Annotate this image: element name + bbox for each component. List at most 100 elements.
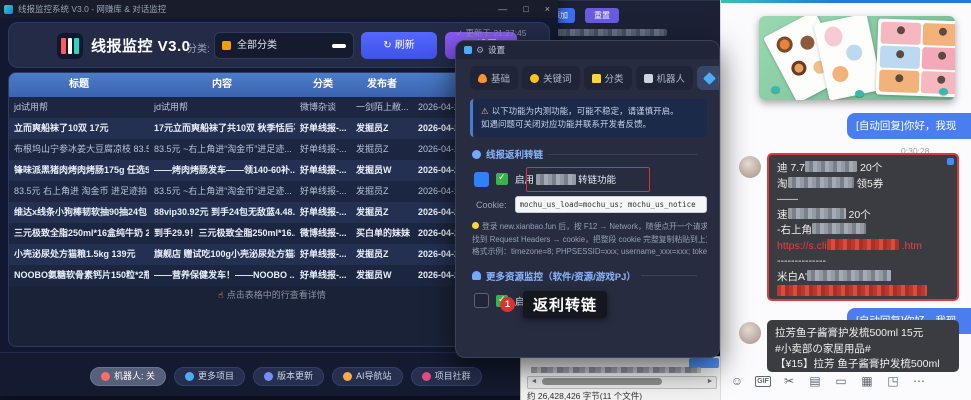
cell: 一剑陌上敝... (351, 97, 413, 118)
product-image[interactable] (759, 16, 955, 100)
footer-bar: 机器人: 关更多项目 版本更新 AI导航站 项目社群 (0, 352, 558, 396)
toggle-square-off[interactable] (474, 293, 489, 308)
file-icon[interactable]: ▤ (807, 374, 823, 388)
message-line: 【¥15】拉芳 鱼子酱膏护发梳500ml (775, 357, 951, 373)
cell: 到手29.9！三元极致全脂250ml*16... (149, 223, 295, 244)
history-icon[interactable]: ▭ (833, 374, 849, 388)
toggle-square[interactable] (474, 172, 489, 187)
column-header: 标题 (9, 73, 149, 97)
pencil-icon (703, 72, 716, 85)
section-rebate-link: 线报返利转链 (472, 147, 707, 161)
ai-icon (343, 372, 352, 381)
gif-icon[interactable]: GIF (755, 376, 771, 387)
os-titlebar: 线报监控系统 V3.0 - 网赚库 & 对话监控 — □ × (0, 0, 558, 18)
hint-line: 找到 Request Headers → cookie，把整段 cookie 完… (472, 234, 707, 247)
maximize-icon[interactable]: □ (523, 0, 528, 18)
footer-button-label: 版本更新 (277, 368, 313, 385)
app-logo (57, 33, 83, 59)
tab-内测[interactable]: 内测 (697, 66, 720, 90)
column-header: 发布者 (351, 73, 413, 97)
deal-message-bubble[interactable]: 迪 7.720个淘领5券——速20个-右上角https://s.cli.htm-… (767, 153, 959, 301)
deal-message-bubble-2[interactable]: 拉芳鱼子酱膏护发梳500ml 15元 #小卖部の家居用品# 【¥15】拉芳 鱼子酱膏… (767, 320, 959, 372)
cart-icon (222, 41, 231, 50)
sticker-sheet (876, 18, 955, 97)
message-flag-icon[interactable] (947, 158, 954, 165)
check-icon: ✓ (456, 28, 463, 38)
gem-decoration (855, 90, 864, 97)
message-text: 米白A' (777, 271, 807, 283)
cookie-input[interactable] (515, 196, 707, 213)
cell: ——营养保健发车！——NOOBO ... (149, 265, 295, 286)
deal-message-lines: 拉芳鱼子酱膏护发梳500ml 15元 #小卖部の家居用品# 【¥15】拉芳 鱼子酱膏… (775, 326, 951, 373)
message-line: —— (777, 192, 949, 208)
footer-button-globe[interactable]: 更多项目 (174, 367, 245, 386)
pointer-icon: ☝ (218, 290, 223, 300)
warning-icon: ⚠ (481, 106, 489, 116)
footer-button-community[interactable]: 项目社群 (411, 367, 482, 386)
horizontal-scrollbar[interactable]: ◄ ► (527, 376, 717, 389)
refresh-button[interactable]: ↻刷新 (361, 32, 437, 59)
hint-text: 找到 Request Headers → cookie，把整段 cookie 完… (472, 235, 707, 244)
footer-buttons: 机器人: 关更多项目 版本更新 AI导航站 项目社群 (90, 367, 482, 386)
screen-icon[interactable]: ◳ (885, 374, 901, 388)
cell: 83.5元 ~右上角进“淘金币”进足迹... (149, 181, 295, 202)
message-text: -------------- (777, 255, 826, 267)
close-icon[interactable]: × (545, 0, 550, 18)
message-line: -右上角 (777, 223, 949, 239)
enable-rebate-row: 启用 转链功能 (474, 170, 707, 188)
scroll-right-icon[interactable]: ► (705, 377, 715, 386)
cell: 微博杂谈 (295, 97, 351, 118)
scroll-left-icon[interactable]: ◄ (529, 377, 539, 386)
window-accent-line (721, 0, 971, 3)
tab-分类[interactable]: 分类 (584, 66, 632, 90)
tab-基础[interactable]: 基础 (470, 66, 518, 90)
cell: 发掘员W (351, 160, 413, 181)
cell: 立而爽船袜了10双 17元 (9, 118, 149, 139)
community-icon (422, 372, 431, 381)
footer-button-book[interactable]: 版本更新 (253, 367, 324, 386)
auto-reply-bubble[interactable]: [自动回复]你好，我现 (847, 113, 971, 139)
cell: 发掘员Z (351, 181, 413, 202)
gem-decoration (939, 88, 948, 95)
image-icon[interactable]: ▦ (859, 374, 875, 388)
hint-text: 格式示例：timezone=8; PHPSESSID=xxx; username… (472, 247, 707, 256)
avatar[interactable] (739, 156, 761, 178)
censored-text (777, 285, 927, 296)
avatar[interactable] (739, 322, 761, 344)
cell: 83.5元 ~右上角进“淘金币”进足迹... (149, 139, 295, 160)
more-icon[interactable]: ⋯ (911, 374, 927, 388)
cell: 好单线报-... (295, 118, 351, 139)
footer-button-label: AI导航站 (356, 368, 392, 385)
censored-text (788, 208, 846, 219)
bulb-icon (472, 222, 479, 229)
minimize-icon[interactable]: — (498, 0, 507, 18)
footer-button-label: 项目社群 (435, 368, 471, 385)
message-text: #小卖部の家居用品# (775, 343, 871, 355)
tab-机器人[interactable]: 机器人 (636, 66, 694, 90)
cell: 买白单的妹妹 (351, 223, 413, 244)
category-dropdown[interactable]: 全部分类 (214, 32, 354, 59)
tab-关键词[interactable]: 关键词 (522, 66, 580, 90)
reset-button[interactable]: 重置 (585, 8, 619, 23)
screenshot-icon[interactable]: ✂ (781, 374, 797, 388)
scrollbar-thumb[interactable] (542, 378, 662, 385)
message-line (777, 285, 949, 301)
hint-text: 登录 new.xianbao.fun 后，按 F12 → Network，随便点… (482, 222, 707, 231)
message-text: 拉芳鱼子酱膏护发梳500ml 15元 (775, 327, 923, 339)
tab-label: 机器人 (657, 71, 686, 85)
book-icon (264, 372, 273, 381)
deal-message-lines: 迪 7.720个淘领5券——速20个-右上角https://s.cli.htm-… (777, 161, 949, 301)
checkbox-checked-icon[interactable] (496, 173, 508, 185)
footer-button-ai[interactable]: AI导航站 (332, 367, 403, 386)
message-line: 淘领5券 (777, 177, 949, 193)
message-text: .htm (902, 240, 922, 252)
cell: 发掘员Z (351, 202, 413, 223)
blurred-text (547, 29, 667, 36)
cell: 好单线报-... (295, 265, 351, 286)
tooltip-label: 返利转链 (523, 291, 607, 318)
step-badge: 1 (500, 297, 515, 312)
category-value: 全部分类 (237, 33, 277, 58)
emoji-icon[interactable]: ☺ (729, 374, 745, 388)
cell: jd试用帮 (149, 97, 295, 118)
footer-button-robot[interactable]: 机器人: 关 (90, 367, 166, 386)
